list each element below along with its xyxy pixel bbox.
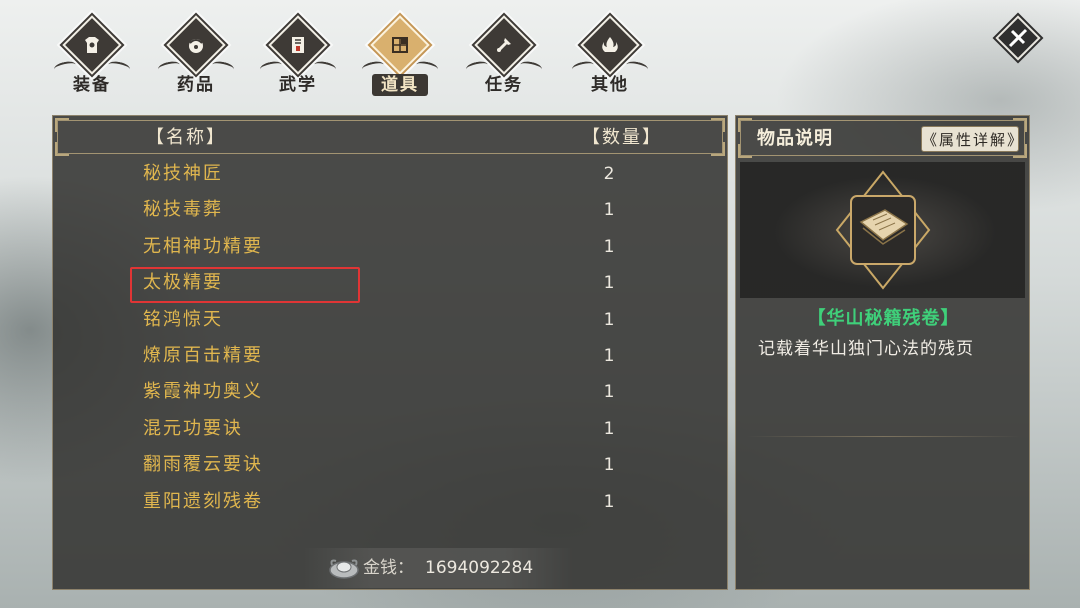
close-icon (994, 14, 1042, 62)
tab-items[interactable]: 道具 (358, 15, 442, 100)
tab-ornament (157, 59, 181, 75)
item-name: 重阳遗刻残卷 (143, 490, 263, 512)
money-value: 1694092284 (425, 558, 534, 578)
item-list[interactable]: 秘技神匠 2 秘技毒葬 1 无相神功精要 1 太极精要 1 铭鸿惊天 1 燎原百… (53, 156, 729, 546)
column-header-name: 【名称】 (146, 127, 226, 148)
list-item[interactable]: 铭鸿惊天 1 (53, 302, 729, 338)
tab-ornament (415, 59, 439, 75)
item-scroll-icon (386, 31, 414, 59)
item-quantity: 1 (603, 455, 615, 476)
silver-ingot-icon (327, 553, 361, 583)
tab-ornament (313, 59, 337, 75)
item-quantity: 1 (603, 418, 615, 439)
item-name: 混元功要诀 (143, 417, 243, 439)
tab-equipment[interactable]: 装备 (50, 15, 134, 100)
tab-label: 道具 (372, 74, 428, 96)
item-name: 秘技毒葬 (143, 199, 223, 221)
money-bar: 金钱： 1694092284 (53, 548, 729, 590)
armor-icon (78, 31, 106, 59)
tab-ornament (53, 59, 77, 75)
list-header: 【名称】 【数量】 (55, 118, 725, 156)
item-name: 太极精要 (143, 272, 223, 294)
corner-ornament (711, 142, 725, 156)
item-preview (740, 162, 1025, 298)
item-quantity: 1 (603, 345, 615, 366)
tab-ornament (107, 59, 131, 75)
corner-ornament (711, 118, 725, 132)
item-quantity: 1 (603, 309, 615, 330)
list-item[interactable]: 无相神功精要 1 (53, 229, 729, 265)
item-icon-frame (833, 170, 933, 290)
tab-ornament (571, 59, 595, 75)
column-header-quantity: 【数量】 (582, 127, 662, 148)
tab-label: 任务 (485, 75, 523, 95)
list-item[interactable]: 燎原百击精要 1 (53, 338, 729, 374)
item-name: 铭鸿惊天 (143, 308, 223, 330)
list-item[interactable]: 秘技神匠 2 (53, 156, 729, 192)
tab-ornament (465, 59, 489, 75)
category-tabs: 装备 药品 武学 道具 任务 其他 (50, 15, 670, 100)
item-quantity: 1 (603, 382, 615, 403)
tab-other[interactable]: 其他 (568, 15, 652, 100)
list-item[interactable]: 混元功要诀 1 (53, 411, 729, 447)
item-quantity: 1 (603, 236, 615, 257)
tab-medicine[interactable]: 药品 (154, 15, 238, 100)
item-name: 秘技神匠 (143, 163, 223, 184)
quest-icon (490, 31, 518, 59)
corner-ornament (55, 142, 69, 156)
corner-ornament (55, 118, 69, 132)
item-name: 无相神功精要 (143, 235, 263, 257)
list-item[interactable]: 秘技毒葬 1 (53, 192, 729, 228)
item-name: 翻雨覆云要诀 (143, 454, 263, 476)
item-name: 紫霞神功奥义 (143, 381, 263, 403)
corner-ornament (738, 118, 752, 132)
tab-ornament (519, 59, 543, 75)
item-quantity: 1 (603, 491, 615, 512)
medicine-icon (182, 31, 210, 59)
selected-item-description: 记载着华山独门心法的残页 (758, 339, 974, 359)
tab-ornament (361, 59, 385, 75)
divider (746, 436, 1021, 437)
tab-ornament (211, 59, 235, 75)
detail-title: 物品说明 (757, 128, 833, 149)
tab-label: 药品 (177, 75, 215, 95)
list-item[interactable]: 紫霞神功奥义 1 (53, 374, 729, 410)
list-item[interactable]: 重阳遗刻残卷 1 (53, 484, 729, 520)
corner-ornament (738, 144, 752, 158)
tab-quests[interactable]: 任务 (462, 15, 546, 100)
list-item-selected[interactable]: 太极精要 1 (53, 265, 729, 304)
money-label: 金钱： (363, 558, 414, 578)
detail-header: 物品说明 《属性详解》 (738, 118, 1027, 158)
tab-ornament (625, 59, 649, 75)
item-quantity: 2 (603, 164, 615, 184)
tab-ornament (259, 59, 283, 75)
close-button[interactable] (994, 14, 1042, 62)
tab-martial-arts[interactable]: 武学 (256, 15, 340, 100)
tab-label: 装备 (73, 75, 111, 95)
tab-label: 武学 (279, 75, 317, 95)
flame-icon (596, 31, 624, 59)
item-detail-panel: 物品说明 《属性详解》 【华山秘籍残卷】 记载着华山独门心法的残页 (735, 115, 1030, 590)
item-name: 燎原百击精要 (143, 344, 263, 366)
item-quantity: 1 (603, 200, 615, 221)
tab-label: 其他 (591, 75, 629, 95)
attribute-details-button[interactable]: 《属性详解》 (921, 126, 1022, 152)
item-list-panel: 【名称】 【数量】 秘技神匠 2 秘技毒葬 1 无相神功精要 1 太极精要 1 … (52, 115, 728, 590)
list-item[interactable]: 翻雨覆云要诀 1 (53, 447, 729, 483)
item-quantity: 1 (603, 273, 615, 294)
martial-book-icon (284, 31, 312, 59)
selected-item-name: 【华山秘籍残卷】 (807, 308, 960, 329)
